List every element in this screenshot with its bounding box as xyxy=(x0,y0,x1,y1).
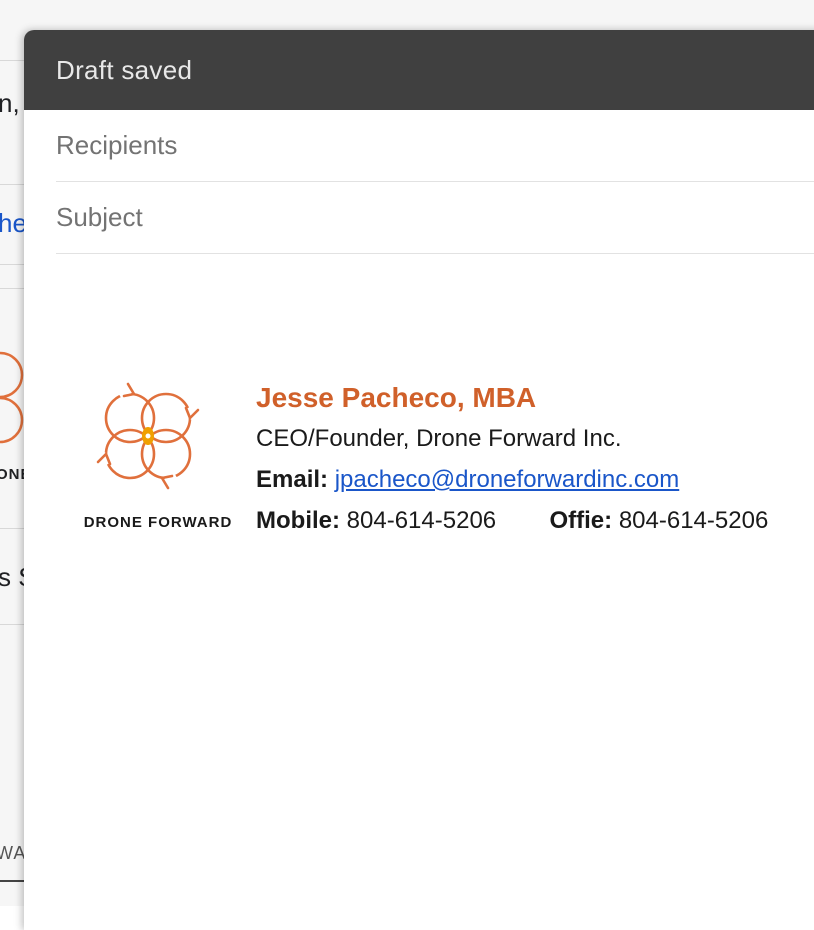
signature-title: CEO/Founder, Drone Forward Inc. xyxy=(256,425,622,452)
email-label: Email: xyxy=(256,466,329,493)
draft-status: Draft saved xyxy=(56,54,193,85)
signature-phone-row: Mobile: 804-614-5206 Offie: 804-614-5206 xyxy=(256,500,768,541)
compose-header[interactable]: Draft saved xyxy=(24,30,814,110)
background-link-fragment[interactable]: he xyxy=(0,208,27,239)
signature-email-row: Email: jpacheco@droneforwardinc.com xyxy=(256,459,768,500)
subject-input[interactable] xyxy=(56,182,814,253)
background-text-fragment: WA xyxy=(0,843,27,863)
mobile-number: 804-614-5206 xyxy=(346,507,497,534)
office-label: Offie: xyxy=(549,507,613,534)
office-number: 804-614-5206 xyxy=(618,507,769,534)
email-link[interactable]: jpacheco@droneforwardinc.com xyxy=(335,466,680,493)
compose-window: Draft saved Recipients Subject DRONE FOR… xyxy=(24,30,814,930)
recipients-input[interactable] xyxy=(56,110,814,181)
signature-text: Jesse Pacheco, MBA CEO/Founder, Drone Fo… xyxy=(256,378,768,541)
email-signature: DRONE FORWARD Jesse Pacheco, MBA CEO/Fou… xyxy=(56,370,796,540)
drone-forward-logo: DRONE FORWARD xyxy=(68,376,231,536)
subject-field[interactable] xyxy=(56,182,814,254)
recipients-field[interactable] xyxy=(56,110,814,182)
logo-caption: DRONE FORWARD xyxy=(83,514,233,531)
mobile-label: Mobile: xyxy=(256,507,340,534)
drone-logo-icon xyxy=(96,382,200,490)
signature-name: Jesse Pacheco, MBA xyxy=(256,382,537,413)
